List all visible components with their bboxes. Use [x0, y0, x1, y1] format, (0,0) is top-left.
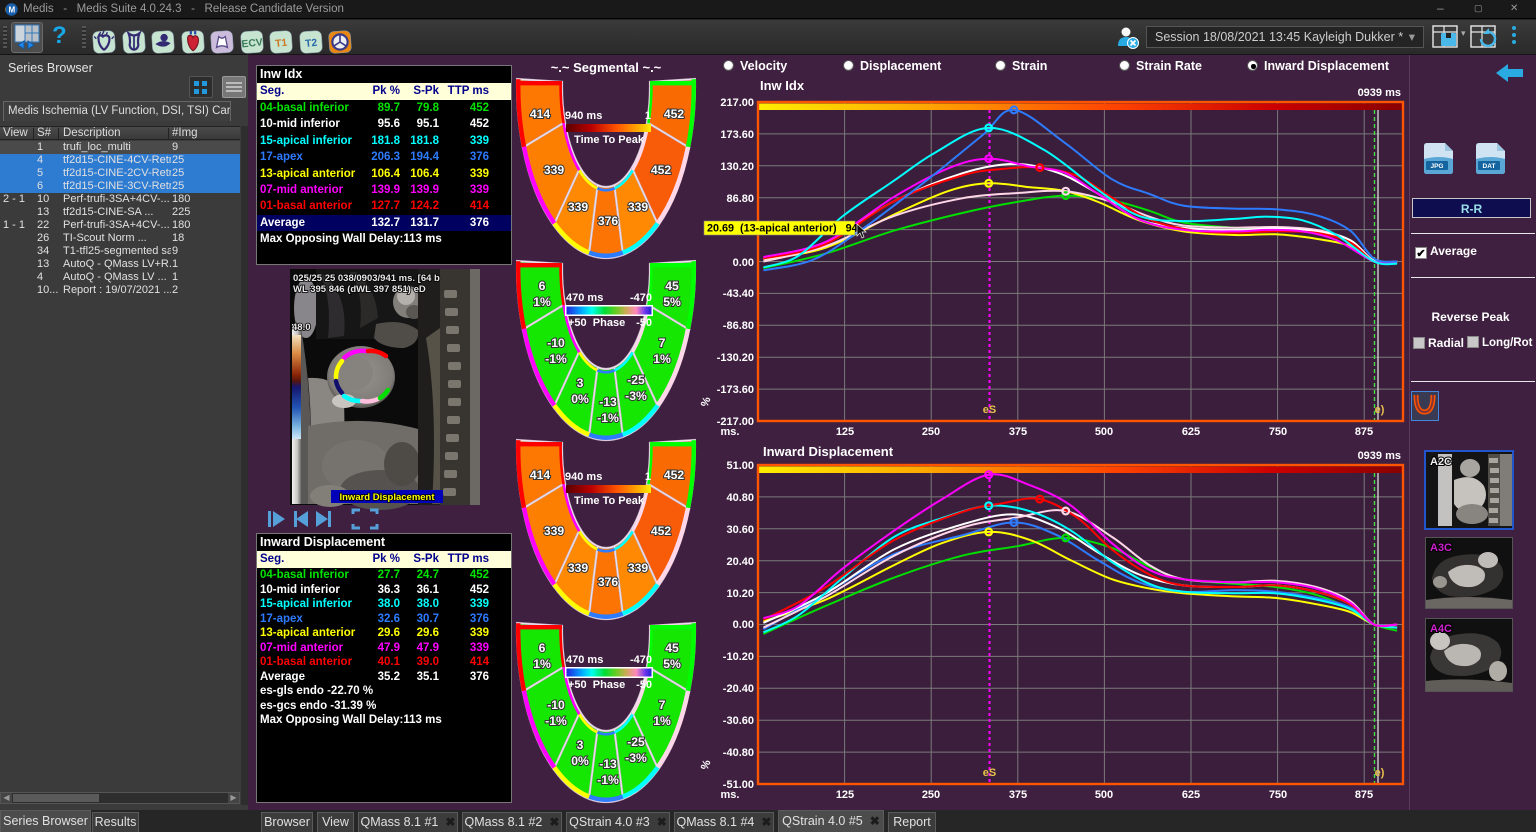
svg-text:A3C: A3C: [1430, 542, 1452, 554]
svg-text:M: M: [8, 6, 15, 15]
svg-text:DAT: DAT: [1483, 163, 1496, 170]
svg-text:48.0: 48.0: [292, 322, 311, 333]
svg-text:T1: T1: [275, 38, 288, 50]
svg-text:WL 395 846 (dWL 397 851) eD: WL 395 846 (dWL 397 851) eD: [293, 284, 426, 295]
svg-text:JPG: JPG: [1430, 163, 1443, 170]
svg-text:A2C: A2C: [1430, 456, 1452, 468]
svg-text:A4C: A4C: [1430, 623, 1452, 635]
svg-text:025/25 25 038/0903/941 ms. [6: 025/25 25 038/0903/941 ms. [64 b: [293, 273, 440, 284]
svg-text:Inward Displacement: Inward Displacement: [339, 492, 435, 503]
svg-text:ECV: ECV: [241, 37, 263, 50]
svg-text:T2: T2: [304, 38, 317, 50]
